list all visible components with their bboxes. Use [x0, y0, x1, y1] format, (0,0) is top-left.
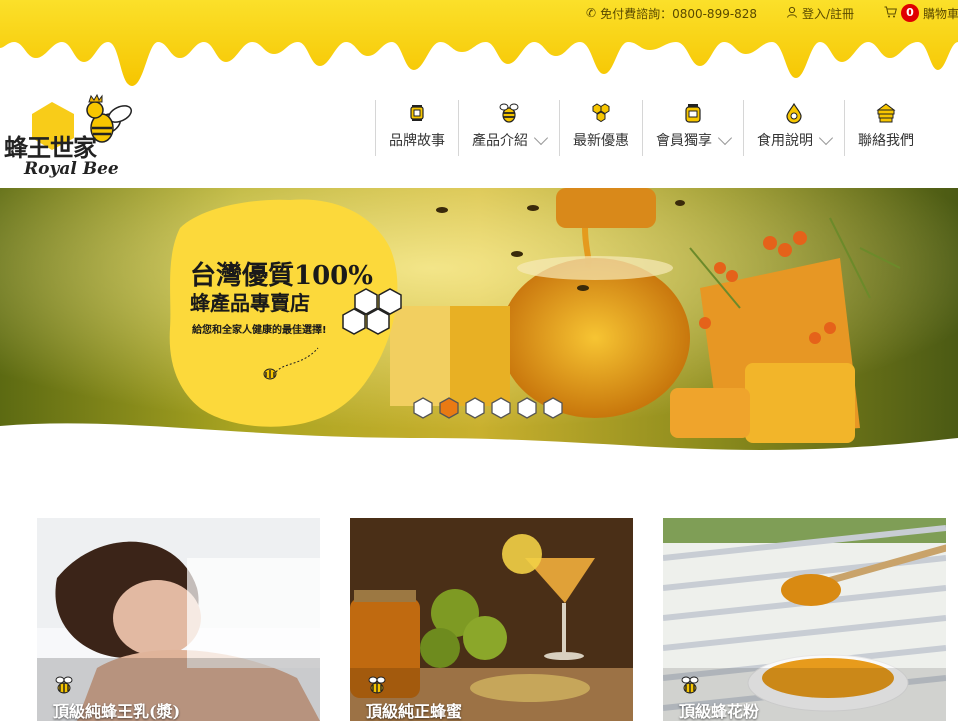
banner-subtitle: 給您和全家人健康的最佳選擇! [192, 325, 327, 336]
carousel-dot-5[interactable] [516, 397, 538, 419]
honey-jar-icon [685, 104, 701, 123]
product-card-honey[interactable]: 頂級純正蜂蜜 [350, 518, 633, 721]
nav-item-brand-story[interactable]: 品牌故事 [375, 100, 458, 156]
bee-icon [368, 676, 386, 694]
carousel-dot-2-active[interactable] [438, 397, 460, 419]
royal-bee-logo[interactable]: 蜂王世家 Royal Bee [2, 92, 142, 184]
logo-english-name: Royal Bee [24, 159, 119, 179]
chevron-down-icon [533, 130, 549, 146]
nav-item-contact[interactable]: 聯絡我們 [844, 100, 927, 156]
carousel-dot-4[interactable] [490, 397, 512, 419]
main-nav: 品牌故事 產品介紹 最新優惠 會員獨享 食用說明 聯絡我們 [375, 100, 927, 156]
nav-label-promotions: 最新優惠 [573, 133, 629, 149]
cart-text: 購物車 [923, 6, 958, 21]
product-card-royal-jelly[interactable]: 頂級純蜂王乳(漿) [37, 518, 320, 721]
nav-label-members: 會員獨享 [656, 133, 712, 149]
login-text: 登入/註冊 [802, 6, 855, 21]
nav-label-contact: 聯絡我們 [858, 133, 914, 149]
carousel-dot-3[interactable] [464, 397, 486, 419]
honeycomb-icon [592, 103, 610, 123]
cart-count-badge: 0 [901, 4, 919, 22]
hotline-text: 免付費諮詢：0800-899-828 [600, 6, 758, 21]
chevron-down-icon [818, 130, 834, 146]
nav-item-products[interactable]: 產品介紹 [458, 100, 559, 156]
login-link[interactable]: 登入/註冊 [786, 3, 854, 23]
beehive-icon [876, 103, 896, 123]
honey-image [350, 518, 633, 721]
carousel-dot-6[interactable] [542, 397, 564, 419]
royal-jelly-image [37, 518, 320, 721]
carousel-dots [412, 397, 564, 419]
logo-chinese-name: 蜂王世家 [4, 133, 97, 162]
carousel-dot-1[interactable] [412, 397, 434, 419]
nav-item-members[interactable]: 會員獨享 [642, 100, 743, 156]
nav-item-promotions[interactable]: 最新優惠 [559, 100, 642, 156]
banner-title-2: 蜂產品專賣店 [190, 291, 310, 315]
user-icon [786, 6, 798, 21]
honey-drop-icon [786, 102, 802, 124]
hotline[interactable]: ✆ 免付費諮詢：0800-899-828 [586, 3, 757, 23]
bee-icon [681, 676, 699, 694]
bee-pollen-image [663, 518, 946, 721]
lantern-icon [410, 105, 424, 121]
nav-item-usage[interactable]: 食用說明 [743, 100, 844, 156]
nav-label-products: 產品介紹 [472, 133, 528, 149]
nav-label-usage: 食用說明 [757, 133, 813, 149]
cart-icon [884, 6, 897, 21]
phone-icon: ✆ [586, 6, 597, 20]
cart-link[interactable]: 0 購物車 [884, 3, 958, 23]
chevron-down-icon [717, 130, 733, 146]
product-card-bee-pollen[interactable]: 頂級蜂花粉 [663, 518, 946, 721]
bee-icon [55, 676, 73, 694]
bee-icon [499, 103, 519, 123]
product-title: 頂級純正蜂蜜 [366, 702, 463, 721]
nav-label-brand-story: 品牌故事 [389, 133, 445, 149]
product-title: 頂級純蜂王乳(漿) [53, 702, 181, 721]
product-title: 頂級蜂花粉 [679, 702, 760, 721]
